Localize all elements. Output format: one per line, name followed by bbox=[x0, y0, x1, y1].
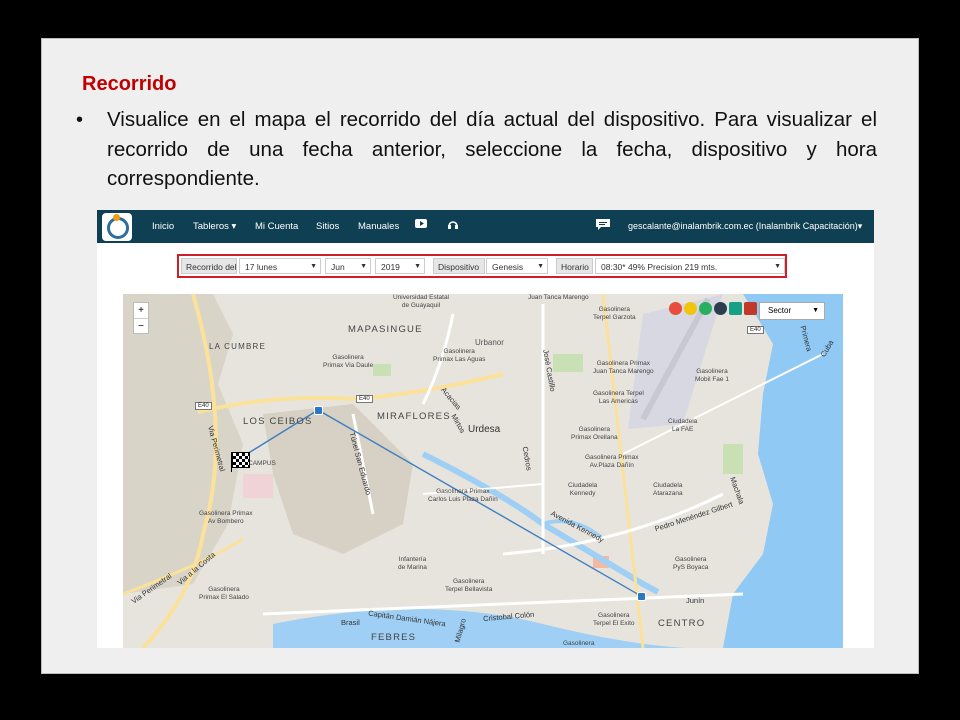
map-label: CENTRO bbox=[658, 618, 706, 629]
nav-sitios[interactable]: Sitios bbox=[316, 221, 339, 232]
app-logo[interactable] bbox=[102, 213, 132, 241]
poi-label: Gasolinera Primax Juan Tanca Marengo bbox=[593, 360, 654, 375]
poi-label: Gasolinera Primax Carlos Luis Plaza Dañí… bbox=[428, 488, 498, 503]
checkered-flag-icon[interactable] bbox=[232, 452, 250, 468]
nav-mi-cuenta[interactable]: Mi Cuenta bbox=[255, 221, 298, 232]
chevron-down-icon: ▼ bbox=[414, 263, 421, 270]
user-account-menu[interactable]: gescalante@inalambrik.com.ec (Inalambrik… bbox=[628, 221, 862, 232]
export-icon[interactable] bbox=[729, 302, 742, 315]
dispositivo-label: Dispositivo bbox=[433, 258, 485, 274]
zoom-out-button[interactable]: − bbox=[134, 319, 148, 334]
poi-label: Gasolinera Primax Av.Plaza Dañín bbox=[585, 454, 639, 469]
layers-icon[interactable] bbox=[684, 302, 697, 315]
route-filter-bar: Recorrido del 17 lunes ▼ Jun ▼ 2019 ▼ Dispo… bbox=[177, 254, 787, 278]
sector-value: Sector bbox=[768, 306, 792, 315]
poi-label: Gasolinera Terpel Las Americas bbox=[593, 390, 644, 405]
map-label: MIRAFLORES bbox=[377, 411, 451, 422]
recorrido-label: Recorrido del bbox=[181, 258, 237, 274]
map-label: Urdesa bbox=[468, 424, 501, 435]
month-value: Jun bbox=[331, 262, 345, 272]
chevron-down-icon: ▼ bbox=[360, 263, 367, 270]
horario-label: Horario bbox=[556, 258, 593, 274]
poi-label: Gasolinera Mobil Fae 1 bbox=[695, 368, 729, 383]
map-label: LA CUMBRE bbox=[209, 342, 267, 351]
poi-label: Gasolinera Terpel El Exito bbox=[593, 612, 635, 627]
slide-bullet-text: Visualice en el mapa el recorrido del dí… bbox=[107, 108, 877, 190]
poi-label: Gasolinera Primax Via Daule bbox=[323, 354, 374, 369]
sector-select[interactable]: Sector ▼ bbox=[759, 302, 825, 320]
month-select[interactable]: Jun ▼ bbox=[325, 258, 371, 274]
map-label: Urbanor bbox=[475, 338, 504, 347]
day-value: 17 lunes bbox=[245, 262, 278, 272]
route-point-marker[interactable] bbox=[314, 406, 323, 415]
top-navbar: Inicio Tableros ▾ Mi Cuenta Sitios Manua… bbox=[97, 210, 874, 243]
zoom-in-button[interactable]: + bbox=[134, 303, 148, 319]
chevron-down-icon: ▼ bbox=[537, 263, 544, 270]
map-label: Ciudadela La FAE bbox=[668, 418, 698, 433]
zoom-control: + − bbox=[133, 302, 149, 334]
highway-shield: E40 bbox=[747, 326, 764, 334]
poi-label: Gasolinera bbox=[563, 640, 595, 647]
chevron-down-icon: ▼ bbox=[774, 263, 781, 270]
slide: Recorrido • Visualice en el mapa el reco… bbox=[41, 38, 919, 674]
road-label: Brasil bbox=[341, 618, 360, 627]
nav-inicio[interactable]: Inicio bbox=[152, 221, 174, 232]
poi-label: Gasolinera Primax Las Aguas bbox=[433, 348, 486, 363]
poi-label: Gasolinera Primax El Salado bbox=[199, 586, 249, 601]
poi-label: Gasolinera Primax Av Bombero bbox=[199, 510, 253, 525]
map-label: Infantería de Marina bbox=[398, 556, 427, 571]
year-select[interactable]: 2019 ▼ bbox=[375, 258, 425, 274]
bullet-icon: • bbox=[76, 109, 84, 131]
headset-icon[interactable] bbox=[447, 219, 459, 233]
youtube-icon[interactable] bbox=[415, 219, 427, 231]
map-label: FEBRES bbox=[371, 632, 417, 643]
app-screenshot: Inicio Tableros ▾ Mi Cuenta Sitios Manua… bbox=[97, 210, 874, 648]
chevron-down-icon: ▼ bbox=[310, 263, 317, 270]
time-select[interactable]: 08:30* 49% Precision 219 mts. ▼ bbox=[595, 258, 785, 274]
route-map[interactable]: MAPASINGUE LA CUMBRE LOS CEIBOS MIRAFLOR… bbox=[123, 294, 843, 648]
poi-label: Gasolinera Terpel Garzota bbox=[593, 306, 636, 321]
map-label: Universidad Estatal de Guayaquil bbox=[393, 294, 449, 309]
road-label: Junín bbox=[686, 596, 705, 605]
poi-label: Gasolinera Primax Orellana bbox=[571, 426, 618, 441]
chevron-down-icon: ▼ bbox=[812, 307, 819, 314]
poi-label: Gasolinera PyS Boyaca bbox=[673, 556, 709, 571]
map-label: CAMPUS bbox=[248, 460, 276, 467]
route-point-marker[interactable] bbox=[637, 592, 646, 601]
chat-icon[interactable] bbox=[596, 219, 610, 234]
poi-label: Gasolinera Terpel Bellavista bbox=[445, 578, 493, 593]
day-select[interactable]: 17 lunes ▼ bbox=[239, 258, 321, 274]
nav-manuales[interactable]: Manuales bbox=[358, 221, 399, 232]
globe-icon[interactable] bbox=[714, 302, 727, 315]
nav-tableros[interactable]: Tableros ▾ bbox=[193, 221, 236, 232]
time-value: 08:30* 49% Precision 219 mts. bbox=[601, 262, 718, 272]
map-label: Ciudadela Kennedy bbox=[568, 482, 598, 497]
poi-label: Juan Tanca Marengo bbox=[528, 294, 589, 301]
highway-shield: E40 bbox=[356, 395, 373, 403]
region-icon[interactable] bbox=[699, 302, 712, 315]
highway-shield: E40 bbox=[195, 402, 212, 410]
year-value: 2019 bbox=[381, 262, 400, 272]
pdf-icon[interactable] bbox=[744, 302, 757, 315]
device-select[interactable]: Genesis ▼ bbox=[486, 258, 548, 274]
poi-pin-icon[interactable] bbox=[669, 302, 682, 315]
map-label: Ciudadela Atarazana bbox=[653, 482, 683, 497]
map-label: LOS CEIBOS bbox=[243, 416, 313, 427]
device-value: Genesis bbox=[492, 262, 524, 272]
slide-title: Recorrido bbox=[82, 73, 177, 95]
map-label: MAPASINGUE bbox=[348, 324, 423, 335]
